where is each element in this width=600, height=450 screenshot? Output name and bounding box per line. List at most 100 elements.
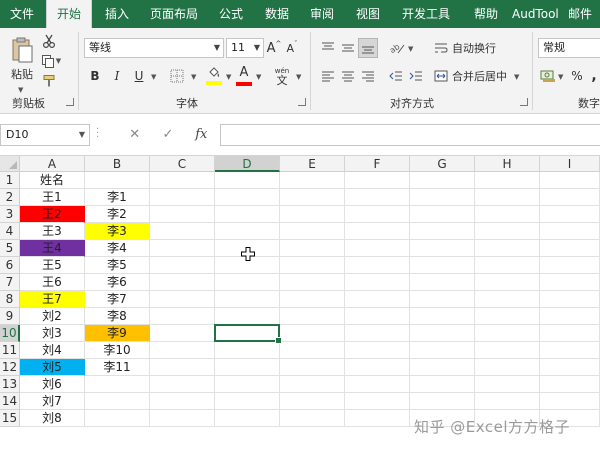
cancel-icon[interactable]: ✕ [118, 124, 151, 146]
cell-i14[interactable] [540, 393, 600, 410]
cell-c7[interactable] [150, 274, 215, 291]
cell-c9[interactable] [150, 308, 215, 325]
cell-f11[interactable] [345, 342, 410, 359]
cell-e6[interactable] [280, 257, 345, 274]
cell-h3[interactable] [475, 206, 540, 223]
cell-e3[interactable] [280, 206, 345, 223]
cell-f2[interactable] [345, 189, 410, 206]
align-center-button[interactable] [338, 66, 358, 86]
cell-i3[interactable] [540, 206, 600, 223]
cell-g9[interactable] [410, 308, 475, 325]
cell-i12[interactable] [540, 359, 600, 376]
tab-4[interactable]: 公式 [208, 0, 254, 28]
borders-dropdown-arrow[interactable]: ▼ [191, 73, 196, 81]
cell-d9[interactable] [215, 308, 280, 325]
row-header[interactable]: 4 [0, 223, 20, 240]
cell-e7[interactable] [280, 274, 345, 291]
row-header[interactable]: 5 [0, 240, 20, 257]
cell-e5[interactable] [280, 240, 345, 257]
cell-f4[interactable] [345, 223, 410, 240]
cell-i5[interactable] [540, 240, 600, 257]
cell-b3[interactable]: 李2 [85, 206, 150, 223]
column-header-e[interactable]: E [280, 156, 345, 172]
cell-g14[interactable] [410, 393, 475, 410]
cell-g12[interactable] [410, 359, 475, 376]
cell-h5[interactable] [475, 240, 540, 257]
cell-g4[interactable] [410, 223, 475, 240]
cell-h4[interactable] [475, 223, 540, 240]
cell-d14[interactable] [215, 393, 280, 410]
increase-indent-button[interactable] [406, 66, 426, 86]
font-name-select[interactable]: 等线 ▼ [84, 38, 224, 58]
cell-i9[interactable] [540, 308, 600, 325]
cell-i2[interactable] [540, 189, 600, 206]
cell-i4[interactable] [540, 223, 600, 240]
tab-6[interactable]: 审阅 [300, 0, 344, 28]
cell-g3[interactable] [410, 206, 475, 223]
row-header[interactable]: 3 [0, 206, 20, 223]
underline-dropdown-arrow[interactable]: ▼ [151, 73, 156, 81]
cell-g6[interactable] [410, 257, 475, 274]
cell-d2[interactable] [215, 189, 280, 206]
column-header-g[interactable]: G [410, 156, 475, 172]
cell-g1[interactable] [410, 172, 475, 189]
align-top-button[interactable] [318, 38, 338, 58]
cell-a15[interactable]: 刘8 [20, 410, 85, 427]
wrap-text-button[interactable]: 自动换行 [434, 38, 500, 58]
format-painter-button[interactable] [40, 72, 58, 90]
phonetic-guide-button[interactable]: wén 文 [270, 64, 294, 88]
cell-b1[interactable] [85, 172, 150, 189]
cell-b9[interactable]: 李8 [85, 308, 150, 325]
cell-h11[interactable] [475, 342, 540, 359]
cell-i11[interactable] [540, 342, 600, 359]
tab-1[interactable]: 开始 [46, 0, 92, 28]
cell-d4[interactable] [215, 223, 280, 240]
column-header-i[interactable]: I [540, 156, 600, 172]
clipboard-dialog-launcher[interactable] [66, 98, 74, 106]
accounting-dropdown-arrow[interactable]: ▼ [558, 73, 563, 81]
phonetic-dropdown-arrow[interactable]: ▼ [296, 73, 301, 81]
underline-button[interactable]: U [130, 66, 148, 86]
align-right-button[interactable] [358, 66, 378, 86]
cell-b6[interactable]: 李5 [85, 257, 150, 274]
cell-i7[interactable] [540, 274, 600, 291]
fill-color-dropdown-arrow[interactable]: ▼ [226, 73, 231, 81]
row-header[interactable]: 8 [0, 291, 20, 308]
row-header[interactable]: 9 [0, 308, 20, 325]
cell-h6[interactable] [475, 257, 540, 274]
cell-d13[interactable] [215, 376, 280, 393]
cell-c14[interactable] [150, 393, 215, 410]
cell-g8[interactable] [410, 291, 475, 308]
cell-h9[interactable] [475, 308, 540, 325]
cell-a14[interactable]: 刘7 [20, 393, 85, 410]
column-header-b[interactable]: B [85, 156, 150, 172]
font-dialog-launcher[interactable] [298, 98, 306, 106]
row-header[interactable]: 15 [0, 410, 20, 427]
cell-a2[interactable]: 王1 [20, 189, 85, 206]
cell-c1[interactable] [150, 172, 215, 189]
cell-a8[interactable]: 王7 [20, 291, 85, 308]
cell-d7[interactable] [215, 274, 280, 291]
cell-a10[interactable]: 刘3 [20, 325, 85, 342]
borders-button[interactable] [166, 66, 188, 86]
merge-center-button[interactable]: 合并后居中 [434, 66, 512, 86]
cell-c12[interactable] [150, 359, 215, 376]
cell-e10[interactable] [280, 325, 345, 342]
row-header[interactable]: 2 [0, 189, 20, 206]
tab-11[interactable]: 邮件 [560, 0, 600, 28]
tab-3[interactable]: 页面布局 [142, 0, 206, 28]
cell-i6[interactable] [540, 257, 600, 274]
cell-c2[interactable] [150, 189, 215, 206]
cell-i13[interactable] [540, 376, 600, 393]
cell-a11[interactable]: 刘4 [20, 342, 85, 359]
cell-h14[interactable] [475, 393, 540, 410]
cell-a6[interactable]: 王5 [20, 257, 85, 274]
cell-d10[interactable] [215, 325, 280, 342]
italic-button[interactable]: I [108, 66, 126, 86]
cell-i1[interactable] [540, 172, 600, 189]
paste-dropdown-arrow[interactable]: ▼ [18, 86, 23, 94]
grow-font-button[interactable]: A ^ [266, 38, 282, 58]
cell-i8[interactable] [540, 291, 600, 308]
row-header[interactable]: 11 [0, 342, 20, 359]
cell-c4[interactable] [150, 223, 215, 240]
